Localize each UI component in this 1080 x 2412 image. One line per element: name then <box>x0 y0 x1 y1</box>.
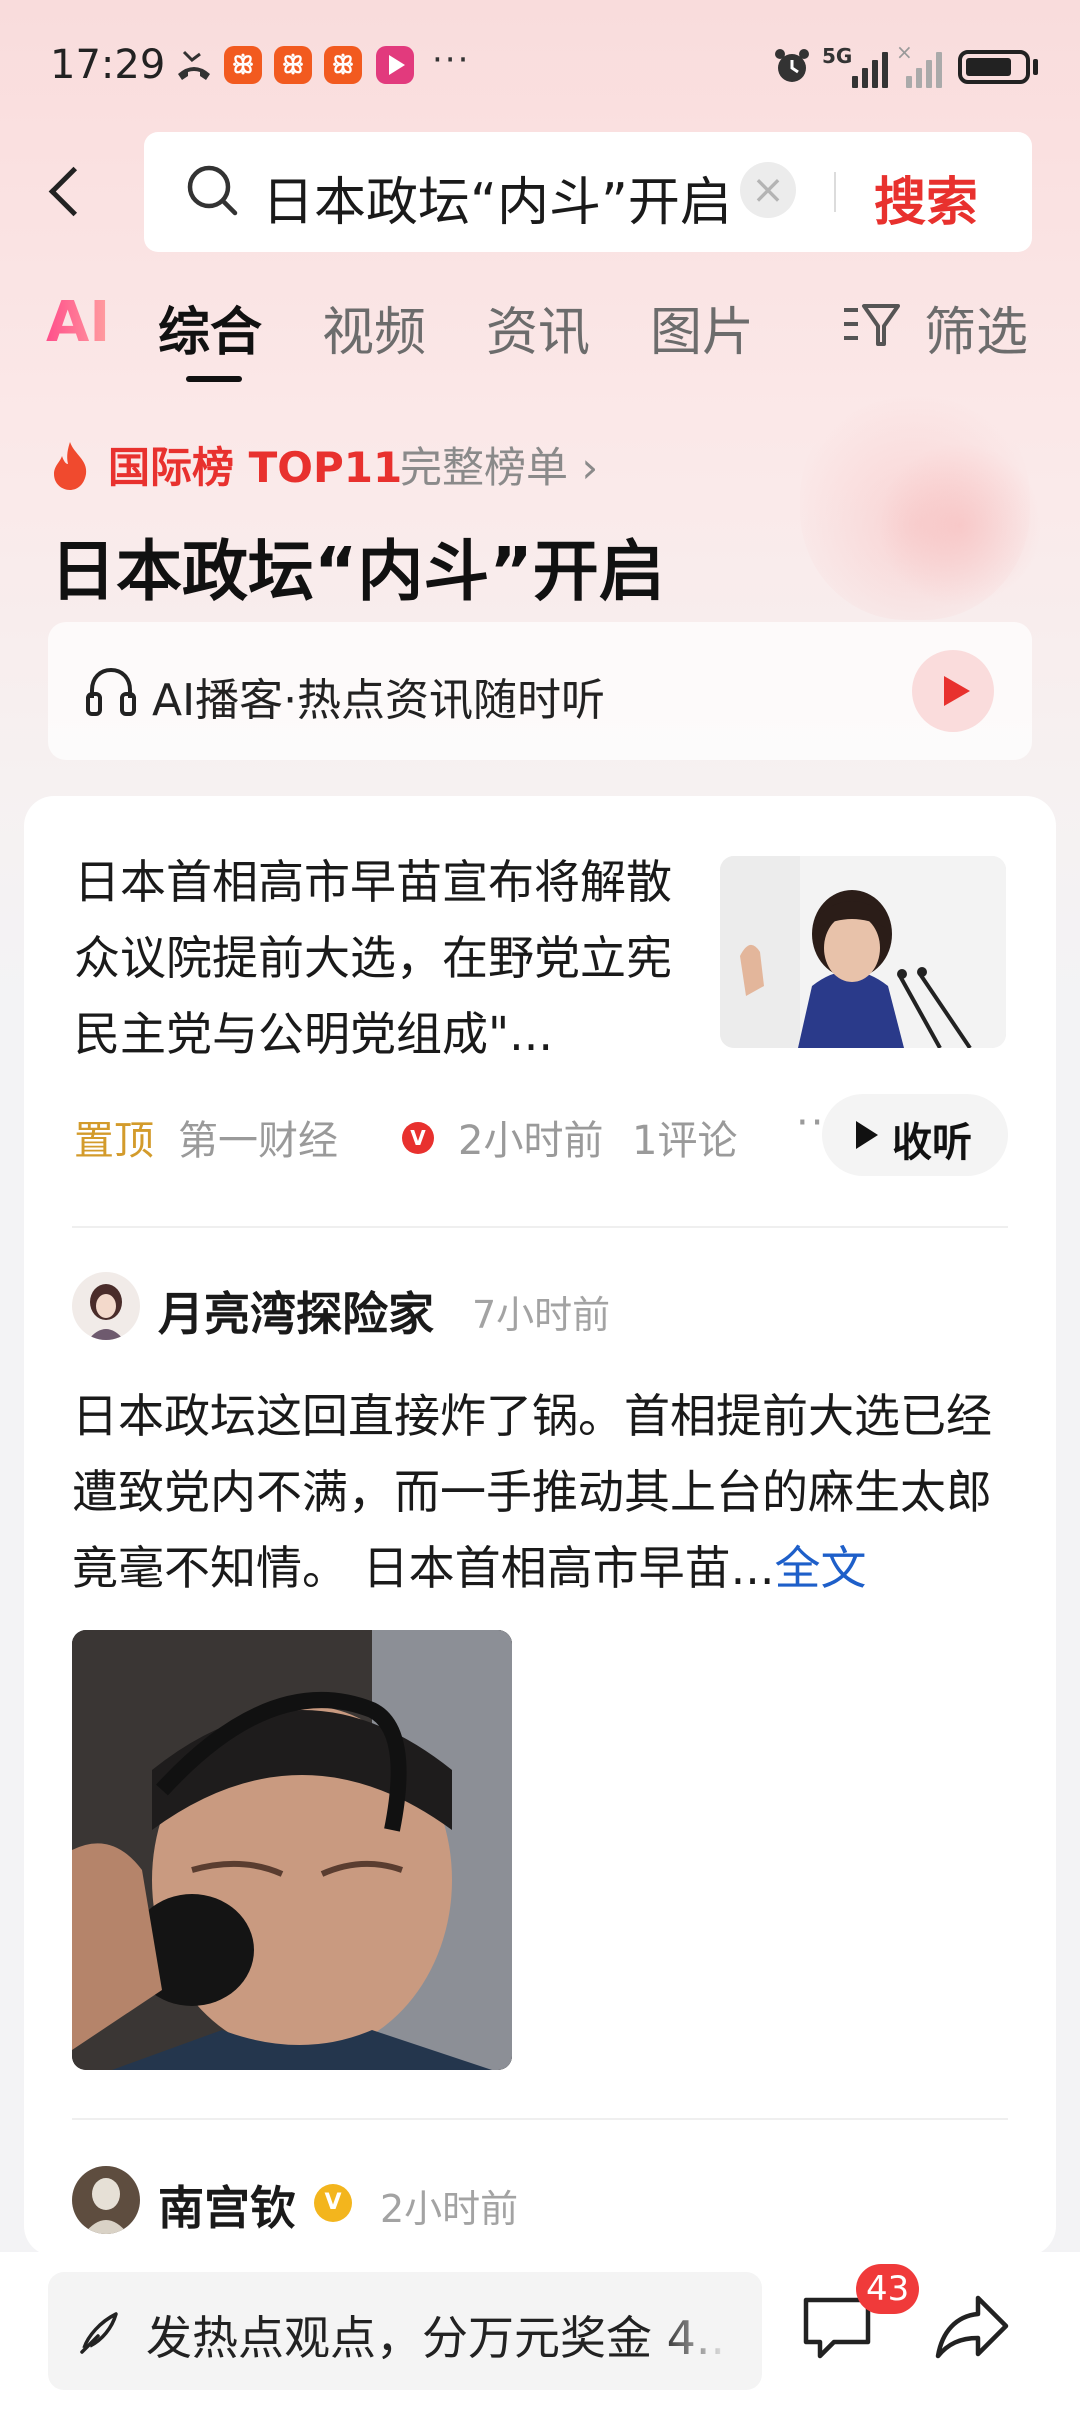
video-app-icon <box>376 46 414 84</box>
podcast-play-button[interactable] <box>912 650 994 732</box>
post-author[interactable]: 南宫钦 <box>158 2172 296 2238</box>
results-feed: 日本首相高市早苗宣布将解散众议院提前大选，在野党立宪民主党与公明党组成"... … <box>24 796 1056 2256</box>
post-image[interactable] <box>72 1630 512 2070</box>
active-tab-indicator <box>186 376 242 382</box>
pen-icon <box>80 2312 118 2354</box>
app-icon: ꕥ <box>224 46 262 84</box>
full-ranking-link[interactable]: 完整榜单 › <box>400 434 598 495</box>
status-overflow: ··· <box>432 40 471 80</box>
post-text[interactable]: 日本政坛这回直接炸了锅。首相提前大选已经遭致党内不满，而一手推动其上台的麻生太郎… <box>72 1378 1032 1606</box>
post-time: 7小时前 <box>472 1293 611 1337</box>
divider <box>72 1226 1008 1228</box>
alarm-icon <box>775 49 809 82</box>
status-bar: 17:29 ꕥ ꕥ ꕥ ··· 5G × <box>0 0 1080 130</box>
podcast-label: AI播客·热点资讯随时听 <box>152 675 606 726</box>
full-text-link[interactable]: 全文 <box>775 1541 867 1595</box>
back-button[interactable] <box>38 150 98 230</box>
listen-button[interactable]: 收听 <box>822 1094 1008 1176</box>
bottom-bar: 发热点观点，分万元奖金 4.. 43 <box>0 2252 1080 2412</box>
filter-button[interactable]: 筛选 <box>842 290 1042 370</box>
avatar[interactable] <box>72 1272 140 1340</box>
network-type: 5G <box>822 44 853 68</box>
filter-label: 筛选 <box>924 303 1029 363</box>
status-time: 17:29 <box>50 42 166 88</box>
tab-ai[interactable]: AI <box>46 290 110 355</box>
listen-label: 收听 <box>892 1120 972 1166</box>
flame-decoration <box>880 440 1040 610</box>
tab-news[interactable]: 资讯 <box>486 290 590 365</box>
signal-icon: 5G <box>822 44 888 88</box>
news-comments[interactable]: 1评论 <box>632 1108 737 1166</box>
filter-icon <box>844 304 900 346</box>
tab-images[interactable]: 图片 <box>650 290 754 365</box>
share-icon[interactable] <box>934 2292 1010 2362</box>
battery-icon <box>958 50 1030 84</box>
rank-label: 国际榜 TOP11 <box>108 443 403 492</box>
search-box[interactable]: 日本政坛“内斗”开启 × 搜索 <box>144 132 1032 252</box>
avatar[interactable] <box>72 2166 140 2234</box>
comment-placeholder: 发热点观点，分万元奖金 4.. <box>146 2311 726 2365</box>
app-icon: ꕥ <box>324 46 362 84</box>
missed-call-icon <box>178 50 210 80</box>
news-title[interactable]: 日本首相高市早苗宣布将解散众议院提前大选，在野党立宪民主党与公明党组成"... <box>74 844 694 1072</box>
flame-icon <box>54 442 87 490</box>
search-icon <box>187 165 238 216</box>
post-photo <box>72 1630 512 2070</box>
post-author[interactable]: 月亮湾探险家 <box>158 1278 434 1344</box>
ai-podcast-bar[interactable]: AI播客·热点资讯随时听 <box>48 622 1032 760</box>
news-thumbnail[interactable] <box>720 856 1006 1048</box>
tab-video[interactable]: 视频 <box>322 290 426 365</box>
verified-badge-icon: V <box>402 1122 434 1154</box>
news-photo <box>720 856 1006 1048</box>
tab-bar: AI 综合 视频 资讯 图片 筛选 <box>0 290 1080 390</box>
comment-count-badge: 43 <box>856 2264 920 2314</box>
search-divider <box>834 172 836 212</box>
battery-level <box>966 58 1011 76</box>
headphone-icon <box>86 667 136 716</box>
topic-title: 日本政坛“内斗”开启 <box>50 533 665 610</box>
news-time: 2小时前 <box>458 1118 604 1164</box>
comment-input[interactable]: 发热点观点，分万元奖金 4.. <box>48 2272 762 2390</box>
battery-tip <box>1033 59 1038 75</box>
clear-icon[interactable]: × <box>740 162 796 218</box>
news-source[interactable]: 第一财经 <box>178 1108 338 1166</box>
divider <box>72 2118 1008 2120</box>
verified-badge-icon: V <box>314 2184 352 2222</box>
pinned-tag: 置顶 <box>74 1118 154 1164</box>
post-time: 2小时前 <box>380 2187 519 2231</box>
search-button[interactable]: 搜索 <box>874 160 978 235</box>
app-icon: ꕥ <box>274 46 312 84</box>
tab-all[interactable]: 综合 <box>158 290 262 365</box>
signal-icon-2: × <box>896 40 944 88</box>
